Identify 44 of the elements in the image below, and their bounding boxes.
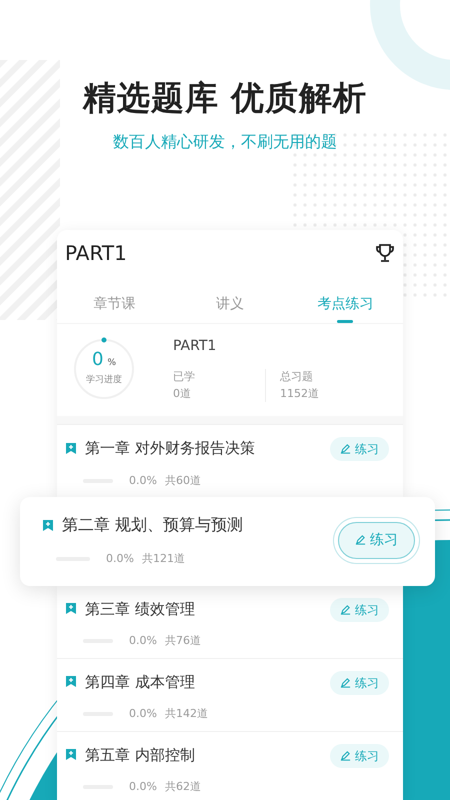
stat-label: 已学 bbox=[173, 369, 196, 385]
question-count: 共62道 bbox=[164, 779, 201, 795]
practice-button[interactable]: 练习 bbox=[330, 437, 389, 461]
bookmark-icon bbox=[65, 748, 77, 762]
bookmark-icon bbox=[65, 442, 77, 455]
part-name: PART1 bbox=[173, 337, 218, 356]
course-title: PART1 bbox=[65, 240, 127, 267]
bookmark-icon bbox=[42, 518, 54, 532]
chapter-percent: 0.0% bbox=[129, 472, 157, 488]
chapter-title: 第三章 绩效管理 bbox=[85, 598, 195, 620]
bookmark-icon bbox=[65, 602, 77, 616]
chapter-title: 第二章 规划、预算与预测 bbox=[62, 514, 244, 536]
subheadline: 数百人精心研发，不刷无用的题 bbox=[112, 131, 338, 153]
pencil-icon bbox=[355, 534, 366, 545]
tab[interactable]: 章节课 bbox=[57, 284, 172, 323]
stat-label: 总习题 bbox=[280, 369, 314, 385]
practice-button[interactable]: 练习 bbox=[330, 670, 389, 694]
chapter-title: 第一章 对外财务报告决策 bbox=[85, 438, 255, 459]
chapter-title: 第五章 内部控制 bbox=[85, 744, 195, 766]
question-count: 共142道 bbox=[164, 706, 208, 722]
practice-button[interactable]: 练习 bbox=[330, 598, 389, 622]
tab[interactable]: 考点练习 bbox=[288, 284, 403, 323]
chapter-title: 第四章 成本管理 bbox=[85, 672, 195, 692]
trophy-icon[interactable] bbox=[375, 243, 395, 263]
question-count: 共76道 bbox=[164, 633, 201, 649]
chapter-percent: 0.0% bbox=[129, 633, 157, 649]
stat-value: 1152道 bbox=[280, 386, 320, 402]
tab[interactable]: 讲义 bbox=[172, 284, 288, 323]
chapter-percent: 0.0% bbox=[106, 551, 134, 567]
percent-unit: % bbox=[107, 357, 116, 370]
headline: 精选题库 优质解析 bbox=[82, 77, 368, 118]
pencil-icon bbox=[340, 750, 351, 760]
pencil-icon bbox=[340, 443, 351, 454]
pencil-icon bbox=[340, 676, 351, 688]
chapter-percent: 0.0% bbox=[129, 706, 157, 722]
chapter-percent: 0.0% bbox=[129, 779, 157, 795]
question-count: 共60道 bbox=[164, 472, 201, 488]
question-count: 共121道 bbox=[142, 551, 185, 567]
progress-caption: 学习进度 bbox=[86, 374, 122, 386]
stat-value: 0道 bbox=[173, 386, 192, 402]
pencil-icon bbox=[340, 604, 351, 614]
bookmark-icon bbox=[65, 675, 77, 688]
practice-button[interactable]: 练习 bbox=[330, 744, 389, 768]
progress-percent: 0 bbox=[92, 351, 104, 369]
